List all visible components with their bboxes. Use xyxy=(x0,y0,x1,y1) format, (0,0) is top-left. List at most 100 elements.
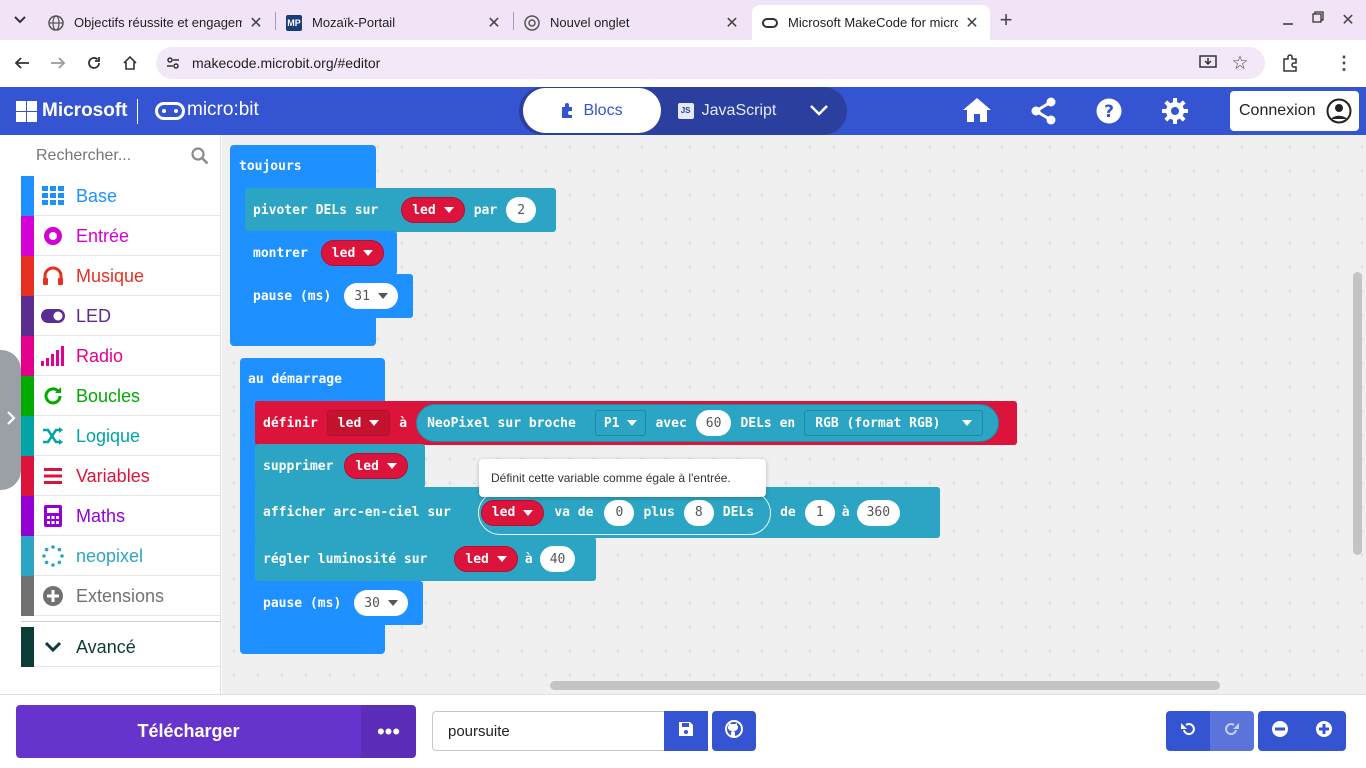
category-advanced[interactable]: Avancé xyxy=(21,627,221,667)
var-name: led xyxy=(331,245,356,261)
set-label: définir xyxy=(263,415,318,431)
clear-block[interactable]: supprimer led xyxy=(255,444,425,488)
category-color-bar xyxy=(21,216,34,256)
close-window-icon[interactable]: ✕ xyxy=(1336,8,1360,32)
mode-dropdown-chevron-icon[interactable] xyxy=(808,102,830,123)
mode-dropdown[interactable]: RGB (format RGB) xyxy=(804,410,984,436)
workspace-scrollbar-vertical[interactable] xyxy=(1353,272,1362,555)
close-tab-icon[interactable]: ✕ xyxy=(964,13,980,33)
range-length-input[interactable]: 8 xyxy=(683,499,714,526)
toolbox-search-input[interactable] xyxy=(21,140,186,172)
pin-dropdown[interactable]: P1 xyxy=(594,410,647,436)
save-button[interactable] xyxy=(664,711,708,751)
install-app-icon[interactable] xyxy=(1196,51,1220,75)
rotate-value-input[interactable]: 2 xyxy=(506,197,537,223)
reload-icon[interactable] xyxy=(82,51,106,75)
set-variable-block[interactable]: définir led à NeoPixel sur broche P1 ave… xyxy=(255,401,1017,445)
set-var-dropdown[interactable]: led xyxy=(326,410,391,436)
show-var-dropdown[interactable]: led xyxy=(320,240,385,266)
home-icon[interactable] xyxy=(118,51,142,75)
share-icon[interactable] xyxy=(1031,97,1057,130)
blocks-mode-tab[interactable]: Blocs xyxy=(523,88,661,133)
toolbox-search[interactable] xyxy=(21,140,221,174)
extensions-puzzle-icon[interactable] xyxy=(1278,51,1302,75)
category-logic[interactable]: Logique xyxy=(21,416,221,456)
category-input[interactable]: Entrée xyxy=(21,216,221,256)
github-button[interactable] xyxy=(712,711,756,751)
minimize-icon[interactable] xyxy=(1276,8,1300,32)
headphones-icon xyxy=(41,264,65,288)
browser-menu-icon[interactable]: ⋮ xyxy=(1332,51,1356,75)
workspace-scrollbar-horizontal[interactable] xyxy=(550,681,1220,690)
zoom-out-button[interactable] xyxy=(1258,711,1302,751)
browser-tab-active[interactable]: Microsoft MakeCode for micro ✕ xyxy=(752,5,990,40)
browser-tab[interactable]: Nouvel onglet ✕ xyxy=(514,5,750,40)
rotate-var-dropdown[interactable]: led xyxy=(401,197,465,223)
undo-button[interactable] xyxy=(1166,711,1210,751)
hue-start-input[interactable]: 1 xyxy=(804,499,835,526)
close-tab-icon[interactable]: ✕ xyxy=(486,13,502,33)
project-name-input[interactable] xyxy=(432,711,664,751)
led-count-input[interactable]: 60 xyxy=(695,410,732,436)
clear-var-dropdown[interactable]: led xyxy=(344,453,408,479)
caret-down-icon xyxy=(387,600,398,606)
category-color-bar xyxy=(21,496,34,536)
forward-icon[interactable] xyxy=(46,51,70,75)
zoom-in-button[interactable] xyxy=(1302,711,1346,751)
toolbox-flyout-toggle[interactable] xyxy=(0,350,21,490)
blocks-mode-label: Blocs xyxy=(583,101,623,119)
category-loops[interactable]: Boucles xyxy=(21,376,221,416)
site-info-icon[interactable] xyxy=(161,51,185,75)
tab-title: Nouvel onglet xyxy=(550,15,630,30)
close-tab-icon[interactable]: ✕ xyxy=(724,13,740,33)
neopixel-create-block[interactable]: NeoPixel sur broche P1 avec 60 DELs en R… xyxy=(416,404,1000,442)
category-extensions[interactable]: Extensions xyxy=(21,576,221,616)
restore-icon[interactable] xyxy=(1306,5,1330,29)
category-label: Avancé xyxy=(76,637,136,657)
tab-search-icon[interactable] xyxy=(8,8,32,32)
range-block[interactable]: led va de 0 plus 8 DELs xyxy=(477,490,772,535)
redo-button[interactable] xyxy=(1210,711,1254,751)
url-text[interactable]: makecode.microbit.org/#editor xyxy=(192,55,380,71)
settings-gear-icon[interactable] xyxy=(1161,97,1189,130)
pause-label: pause (ms) xyxy=(253,288,332,304)
browser-tab[interactable]: Objectifs réussite et engageme ✕ xyxy=(38,5,274,40)
category-math[interactable]: Maths xyxy=(21,496,221,536)
pause-block[interactable]: pause (ms) 30 xyxy=(255,581,423,625)
home-button-icon[interactable] xyxy=(962,96,992,129)
microsoft-logo-icon xyxy=(16,101,37,127)
show-block[interactable]: montrer led xyxy=(245,231,397,275)
pause-value: 30 xyxy=(364,595,380,611)
hue-end-input[interactable]: 360 xyxy=(856,499,901,526)
javascript-mode-tab[interactable]: JS JavaScript xyxy=(668,88,786,133)
help-icon[interactable]: ? xyxy=(1096,98,1122,129)
range-start-input[interactable]: 0 xyxy=(604,499,635,526)
var-name: led xyxy=(355,458,379,474)
category-variables[interactable]: Variables xyxy=(21,456,221,496)
category-color-bar xyxy=(21,296,34,336)
new-tab-icon[interactable]: + xyxy=(994,7,1018,32)
pause-block[interactable]: pause (ms) 31 xyxy=(245,274,413,318)
category-neopixel[interactable]: neopixel xyxy=(21,536,221,576)
category-color-bar xyxy=(21,576,34,616)
bookmark-star-icon[interactable]: ☆ xyxy=(1228,51,1252,75)
rotate-leds-block[interactable]: pivoter DELs sur led par 2 xyxy=(245,188,556,232)
browser-tab[interactable]: MP Mozaïk-Portail ✕ xyxy=(276,5,512,40)
signin-button[interactable]: Connexion xyxy=(1230,91,1359,131)
download-button[interactable]: Télécharger xyxy=(16,705,361,758)
close-tab-icon[interactable]: ✕ xyxy=(248,13,264,33)
category-music[interactable]: Musique xyxy=(21,256,221,296)
brightness-var-dropdown[interactable]: led xyxy=(454,546,518,572)
pause-value-dropdown[interactable]: 30 xyxy=(354,590,408,616)
pause-value-dropdown[interactable]: 31 xyxy=(344,283,398,309)
search-icon[interactable] xyxy=(191,147,209,170)
rainbow-var-dropdown[interactable]: led xyxy=(480,499,545,526)
brightness-value-input[interactable]: 40 xyxy=(539,546,576,572)
category-led[interactable]: LED xyxy=(21,296,221,336)
category-base[interactable]: Base xyxy=(21,176,221,216)
rotate-by-label: par xyxy=(473,202,498,218)
back-icon[interactable] xyxy=(10,51,34,75)
set-brightness-block[interactable]: régler luminosité sur led à 40 xyxy=(255,537,596,581)
category-radio[interactable]: Radio xyxy=(21,336,221,376)
download-more-button[interactable]: ••• xyxy=(361,705,416,758)
